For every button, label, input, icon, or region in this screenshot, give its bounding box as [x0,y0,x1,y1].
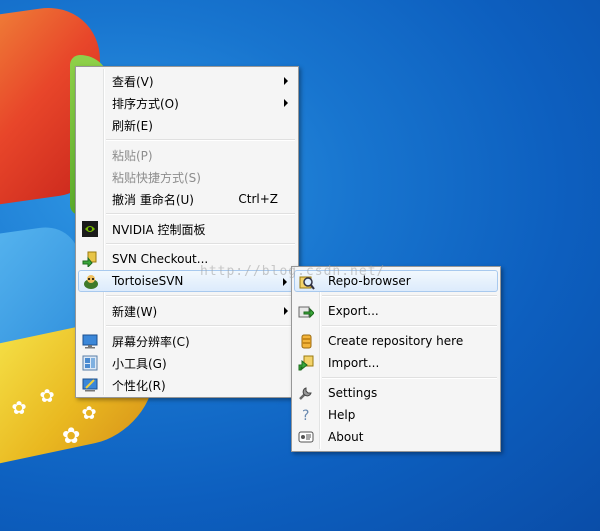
menu-separator [106,139,295,141]
menu-item-view[interactable]: 查看(V) [78,70,296,92]
menu-item-settings[interactable]: Settings [294,382,498,404]
menu-item-nvidia-control-panel[interactable]: NVIDIA 控制面板 [78,218,296,240]
menu-item-label: 粘贴(P) [112,148,153,163]
submenu-arrow-icon [284,77,288,85]
help-icon: ? [298,407,314,424]
submenu-arrow-icon [284,99,288,107]
menu-item-help[interactable]: ? Help [294,404,498,426]
menu-item-label: TortoiseSVN [112,274,184,288]
menu-item-label: Repo-browser [328,274,411,288]
import-icon [298,355,314,371]
menu-separator [322,377,497,379]
menu-item-repo-browser[interactable]: Repo-browser [294,270,498,292]
menu-item-label: 刷新(E) [112,118,153,133]
tortoisesvn-icon [83,274,99,290]
menu-item-label: SVN Checkout... [112,252,209,266]
desktop-context-menu: 查看(V) 排序方式(O) 刷新(E) 粘贴(P) 粘贴快捷方式(S) 撤消 重… [75,66,299,398]
menu-item-tortoisesvn[interactable]: TortoiseSVN [78,270,296,292]
export-icon [298,303,315,319]
flower-icon: ✿ [81,403,97,424]
menu-item-label: NVIDIA 控制面板 [112,222,206,237]
menu-item-label: About [328,430,364,444]
svn-checkout-icon [82,251,98,269]
menu-item-export[interactable]: Export... [294,300,498,322]
menu-item-paste: 粘贴(P) [78,144,296,166]
menu-item-label: 新建(W) [112,304,158,319]
menu-item-label: 排序方式(O) [112,96,179,111]
menu-item-paste-shortcut: 粘贴快捷方式(S) [78,166,296,188]
menu-item-label: 个性化(R) [112,378,166,393]
flower-icon: ✿ [11,398,27,419]
menu-item-label: 粘贴快捷方式(S) [112,170,201,185]
flower-icon: ✿ [62,424,81,449]
menu-item-label: 撤消 重命名(U) [112,192,194,207]
nvidia-icon [82,221,98,237]
menu-separator [106,325,295,327]
submenu-arrow-icon [284,307,288,315]
tortoisesvn-submenu: Repo-browser Export... Create repository… [291,266,501,452]
svg-text:?: ? [302,408,309,423]
repo-browser-icon [299,274,315,290]
menu-item-about[interactable]: About [294,426,498,448]
menu-item-shortcut: Ctrl+Z [238,192,278,206]
submenu-arrow-icon [283,278,287,286]
menu-item-svn-checkout[interactable]: SVN Checkout... [78,248,296,270]
personalize-icon [82,377,98,393]
menu-separator [106,213,295,215]
gadgets-icon [82,355,98,371]
menu-item-undo-rename[interactable]: 撤消 重命名(U) Ctrl+Z [78,188,296,210]
menu-item-label: 屏幕分辨率(C) [112,334,190,349]
settings-icon [298,385,314,401]
menu-item-import[interactable]: Import... [294,352,498,374]
menu-item-new[interactable]: 新建(W) [78,300,296,322]
about-icon [298,429,314,445]
menu-item-personalize[interactable]: 个性化(R) [78,374,296,396]
menu-separator [106,295,295,297]
menu-item-create-repository[interactable]: Create repository here [294,330,498,352]
flower-icon: ✿ [39,386,55,407]
menu-separator [106,243,295,245]
menu-item-label: Help [328,408,356,422]
menu-item-label: Settings [328,386,378,400]
create-repo-icon [298,333,314,349]
menu-item-refresh[interactable]: 刷新(E) [78,114,296,136]
menu-item-gadgets[interactable]: 小工具(G) [78,352,296,374]
menu-item-label: Import... [328,356,380,370]
menu-item-label: 小工具(G) [112,356,167,371]
menu-separator [322,295,497,297]
menu-separator [322,325,497,327]
menu-item-screen-resolution[interactable]: 屏幕分辨率(C) [78,330,296,352]
menu-item-label: Create repository here [328,334,464,348]
screen-resolution-icon [82,333,98,349]
menu-item-label: Export... [328,304,379,318]
menu-item-label: 查看(V) [112,74,154,89]
menu-item-sort-by[interactable]: 排序方式(O) [78,92,296,114]
